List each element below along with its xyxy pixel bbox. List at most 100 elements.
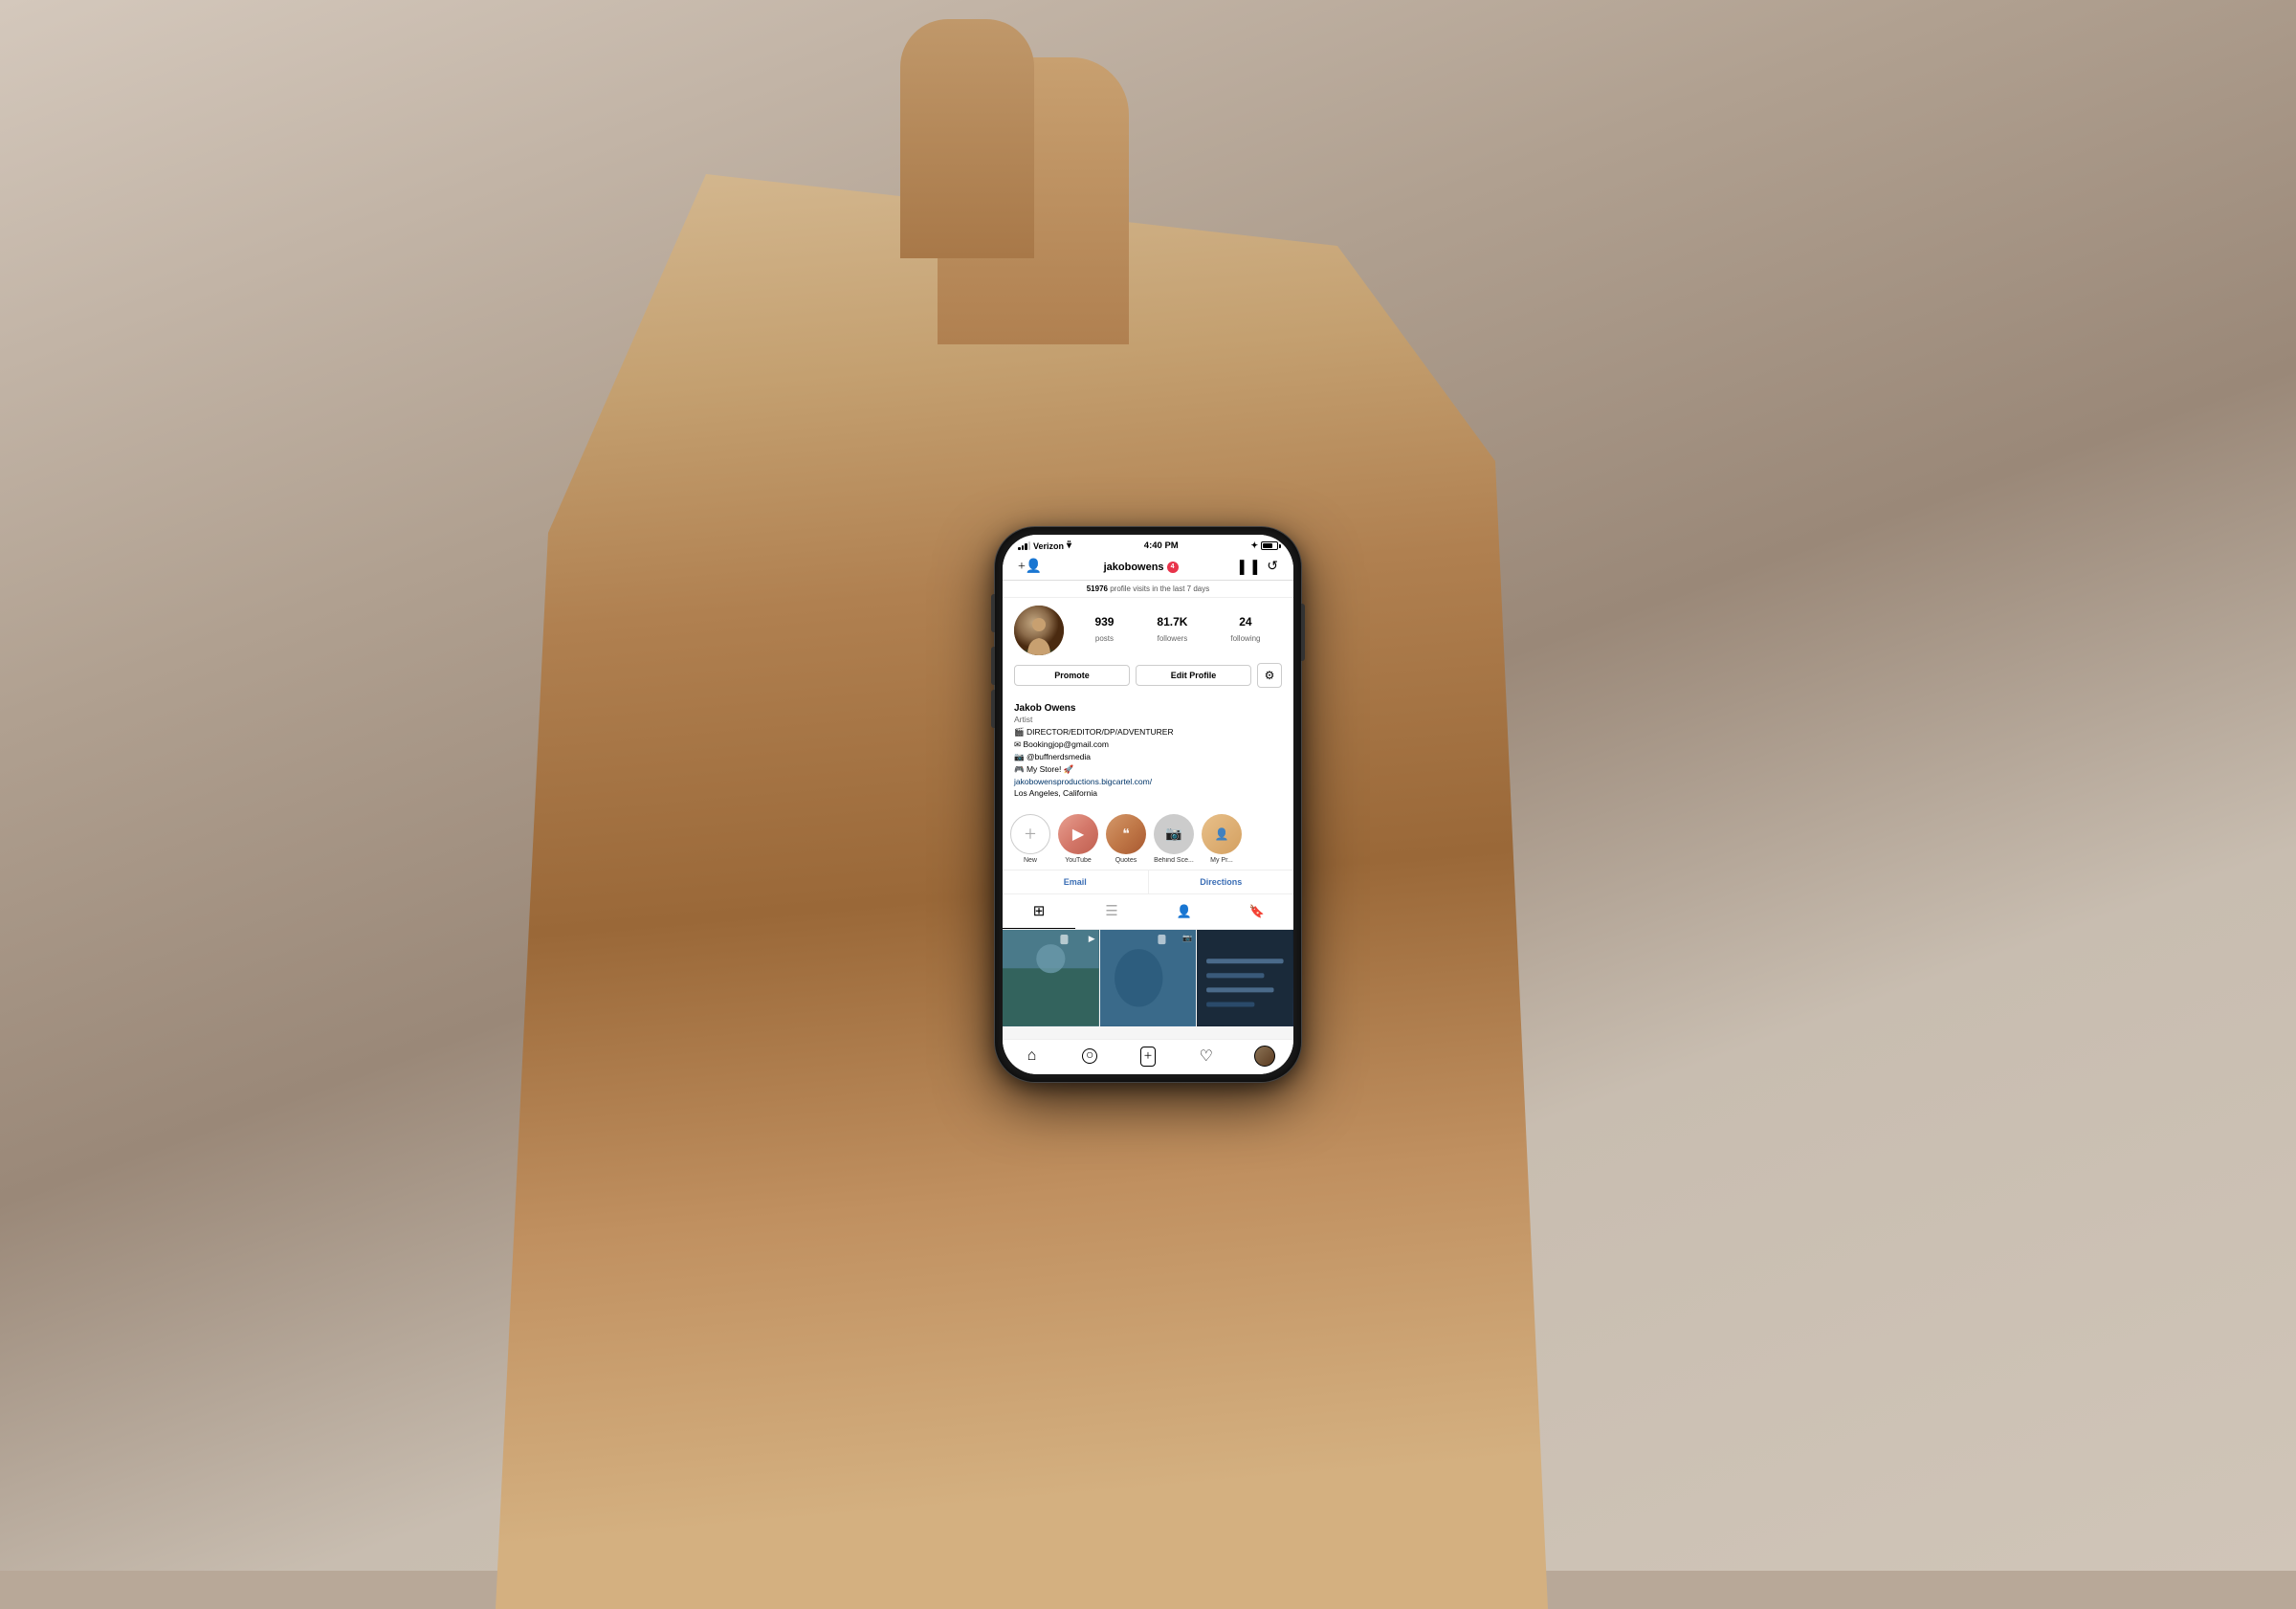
- nav-heart[interactable]: ♡: [1192, 1046, 1221, 1067]
- battery-fill: [1263, 543, 1272, 548]
- story-add-circle[interactable]: +: [1010, 814, 1050, 854]
- battery-icon: [1261, 541, 1278, 550]
- story-new-label: New: [1024, 857, 1037, 864]
- nav-profile[interactable]: [1250, 1046, 1279, 1067]
- bluetooth-icon: ✦: [1250, 540, 1258, 551]
- stat-posts-label: posts: [1095, 634, 1114, 643]
- bio-category: Artist: [1014, 715, 1282, 724]
- camera-icon-2: 📷: [1182, 934, 1192, 942]
- tab-tagged[interactable]: 👤: [1148, 894, 1221, 929]
- stat-following-number: 24: [1230, 615, 1260, 628]
- story-behind-circle[interactable]: 📷: [1154, 814, 1194, 854]
- stories-row: + New ▶ YouTube ❝: [1003, 808, 1293, 871]
- status-bar: Verizon ▾̈ 4:40 PM ✦: [1003, 535, 1293, 554]
- status-right: ✦: [1250, 540, 1278, 551]
- activity-icon[interactable]: ↺: [1267, 559, 1278, 575]
- story-quotes-circle[interactable]: ❝: [1106, 814, 1146, 854]
- finger2-shape: [900, 19, 1034, 258]
- bio-line-2: ✉ Bookingjop@gmail.com: [1014, 739, 1282, 751]
- story-youtube[interactable]: ▶ YouTube: [1058, 814, 1098, 864]
- profile-top: 939 posts 81.7K followers 24 following: [1014, 606, 1282, 655]
- bio-line-4: 🎮 My Store! 🚀: [1014, 764, 1282, 776]
- nav-add[interactable]: +: [1134, 1046, 1162, 1067]
- saved-icon: 🔖: [1249, 904, 1265, 919]
- tab-list[interactable]: ☰: [1075, 894, 1148, 929]
- tagged-icon: 👤: [1177, 904, 1192, 919]
- camera-icon: 📷: [1165, 827, 1181, 843]
- photo-grid: ▶ 📷: [1003, 930, 1293, 1039]
- photo-1-svg: [1003, 930, 1099, 1026]
- add-user-icon[interactable]: +👤: [1018, 559, 1042, 575]
- story-quotes-label: Quotes: [1115, 857, 1137, 864]
- phone-device: Verizon ▾̈ 4:40 PM ✦ +👤: [995, 527, 1301, 1082]
- nav-home[interactable]: ⌂: [1017, 1046, 1046, 1067]
- story-new[interactable]: + New: [1010, 814, 1050, 864]
- bio-section: Jakob Owens Artist 🎬 DIRECTOR/EDITOR/DP/…: [1003, 701, 1293, 808]
- tab-bar: ⊞ ☰ 👤 🔖: [1003, 894, 1293, 930]
- stat-followers-label: followers: [1158, 634, 1188, 643]
- nav-bar: +👤 jakobowens 4 ▌▐ ↺: [1003, 554, 1293, 581]
- settings-button[interactable]: ⚙: [1257, 663, 1282, 688]
- story-youtube-label: YouTube: [1065, 857, 1092, 864]
- nav-avatar: [1254, 1046, 1275, 1067]
- heart-icon: ♡: [1200, 1047, 1213, 1066]
- contact-row: Email Directions: [1003, 871, 1293, 894]
- notification-badge: 4: [1167, 562, 1179, 573]
- story-mypr-label: My Pr...: [1210, 857, 1233, 864]
- story-behind-label: Behind Sce...: [1154, 857, 1194, 864]
- story-quotes[interactable]: ❝ Quotes: [1106, 814, 1146, 864]
- nav-title: jakobowens 4: [1104, 562, 1179, 573]
- bio-name: Jakob Owens: [1014, 703, 1282, 714]
- avatar-svg: [1014, 606, 1064, 655]
- photo-cell-1[interactable]: ▶: [1003, 930, 1099, 1026]
- story-mypr[interactable]: 👤 My Pr...: [1202, 814, 1242, 864]
- stat-posts: 939 posts: [1094, 615, 1114, 646]
- email-button[interactable]: Email: [1003, 871, 1149, 893]
- list-icon: ☰: [1105, 902, 1117, 920]
- bio-link[interactable]: jakobowensproductions.bigcartel.com/: [1014, 777, 1282, 788]
- story-behind[interactable]: 📷 Behind Sce...: [1154, 814, 1194, 864]
- insights-bar: 51976 profile visits in the last 7 days: [1003, 581, 1293, 598]
- signal-bar-1: [1018, 547, 1021, 550]
- clock: 4:40 PM: [1144, 540, 1179, 551]
- avatar[interactable]: [1014, 606, 1064, 655]
- insights-text: 51976 profile visits in the last 7 days: [1003, 584, 1293, 593]
- stat-posts-number: 939: [1094, 615, 1114, 628]
- stats-row: 939 posts 81.7K followers 24 following: [1073, 615, 1282, 646]
- signal-bar-2: [1022, 545, 1025, 550]
- add-icon: +: [1140, 1047, 1156, 1067]
- photo-2-svg: [1100, 930, 1197, 1026]
- photo-3-svg: [1197, 930, 1293, 1026]
- edit-profile-button[interactable]: Edit Profile: [1136, 665, 1251, 686]
- photo-cell-3[interactable]: [1197, 930, 1293, 1026]
- add-icon: +: [1025, 824, 1036, 845]
- directions-button[interactable]: Directions: [1149, 871, 1294, 893]
- video-icon-1: ▶: [1089, 934, 1095, 944]
- insights-suffix: profile visits in the last 7 days: [1108, 584, 1209, 593]
- photo-cell-2[interactable]: 📷: [1100, 930, 1197, 1026]
- tab-saved[interactable]: 🔖: [1221, 894, 1293, 929]
- grid-icon: ⊞: [1033, 902, 1046, 920]
- insights-count: 51976: [1087, 584, 1108, 593]
- bio-line-1: 🎬 DIRECTOR/EDITOR/DP/ADVENTURER: [1014, 727, 1282, 738]
- stat-followers[interactable]: 81.7K followers: [1157, 615, 1187, 646]
- action-buttons: Promote Edit Profile ⚙: [1014, 663, 1282, 688]
- stat-following-label: following: [1230, 634, 1260, 643]
- tab-grid[interactable]: ⊞: [1003, 894, 1075, 929]
- status-left: Verizon ▾̈: [1018, 540, 1071, 551]
- avatar-inner: [1014, 606, 1064, 655]
- chart-icon[interactable]: ▌▐: [1240, 560, 1257, 575]
- quotes-icon: ❝: [1122, 827, 1130, 843]
- scene: Verizon ▾̈ 4:40 PM ✦ +👤: [0, 0, 2296, 1571]
- signal-bar-3: [1025, 543, 1027, 550]
- nav-search[interactable]: ○: [1075, 1046, 1104, 1067]
- story-mypr-circle[interactable]: 👤: [1202, 814, 1242, 854]
- stat-following[interactable]: 24 following: [1230, 615, 1260, 646]
- username-label: jakobowens: [1104, 562, 1164, 573]
- promote-button[interactable]: Promote: [1014, 665, 1130, 686]
- home-icon: ⌂: [1027, 1047, 1037, 1065]
- bottom-nav: ⌂ ○ + ♡: [1003, 1039, 1293, 1074]
- play-icon: ▶: [1072, 825, 1084, 844]
- bio-line-3: 📷 @buffnerdsmedia: [1014, 752, 1282, 763]
- story-youtube-circle[interactable]: ▶: [1058, 814, 1098, 854]
